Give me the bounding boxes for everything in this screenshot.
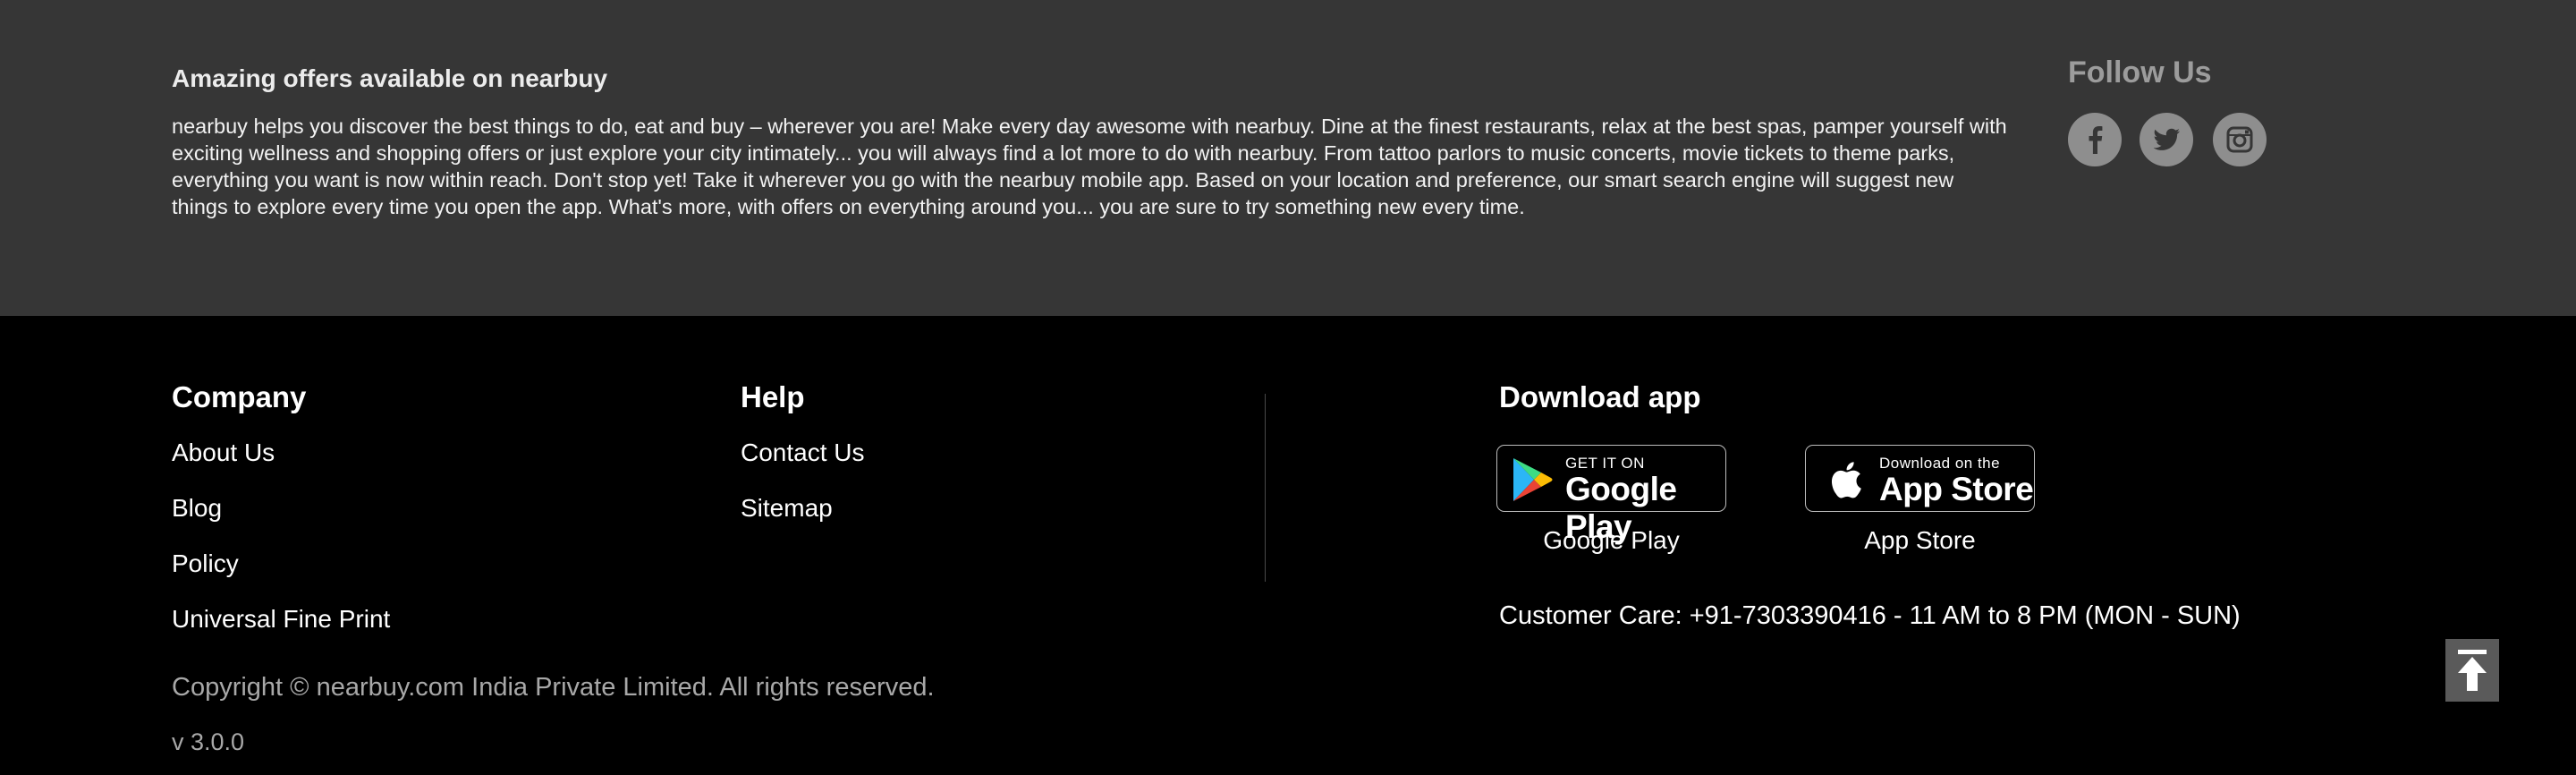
company-title: Company: [172, 380, 307, 413]
footer: [0, 316, 2576, 775]
customer-care-text: Customer Care: +91-7303390416 - 11 AM to…: [1499, 601, 2241, 630]
universal-fine-print-link[interactable]: Universal Fine Print: [172, 605, 390, 634]
apple-badge-big-text: App Store: [1879, 471, 2034, 507]
google-play-caption[interactable]: Google Play: [1496, 526, 1726, 555]
twitter-icon[interactable]: [2140, 113, 2193, 166]
google-play-badge[interactable]: GET IT ON Google Play: [1496, 445, 1726, 545]
blog-link[interactable]: Blog: [172, 494, 222, 523]
policy-link[interactable]: Policy: [172, 549, 239, 578]
arrow-up-icon: [2458, 650, 2487, 691]
copyright-text: Copyright © nearbuy.com India Private Li…: [172, 673, 935, 702]
contact-us-link[interactable]: Contact Us: [741, 439, 865, 467]
app-store-badge[interactable]: Download on the App Store: [1805, 445, 2035, 512]
about-us-link[interactable]: About Us: [172, 439, 275, 467]
apple-icon: [1831, 462, 1861, 498]
offers-title: Amazing offers available on nearbuy: [172, 64, 608, 92]
offers-description: nearbuy helps you discover the best thin…: [172, 115, 2007, 218]
download-app-title: Download app: [1499, 380, 1701, 413]
instagram-icon[interactable]: [2213, 113, 2267, 166]
version-text: v 3.0.0: [172, 728, 245, 755]
column-divider: [1265, 394, 1266, 582]
offers-section: Amazing offers available on nearbuy near…: [0, 0, 2576, 316]
google-play-icon: [1513, 458, 1553, 501]
app-store-caption[interactable]: App Store: [1805, 526, 2035, 555]
follow-us-title: Follow Us: [2068, 55, 2212, 89]
help-title: Help: [741, 380, 805, 413]
facebook-icon[interactable]: [2068, 113, 2122, 166]
scroll-to-top-button[interactable]: [2445, 639, 2499, 702]
apple-badge-small-text: Download on the: [1879, 455, 2001, 472]
google-badge-small-text: GET IT ON: [1565, 455, 1645, 472]
sitemap-link[interactable]: Sitemap: [741, 494, 833, 523]
